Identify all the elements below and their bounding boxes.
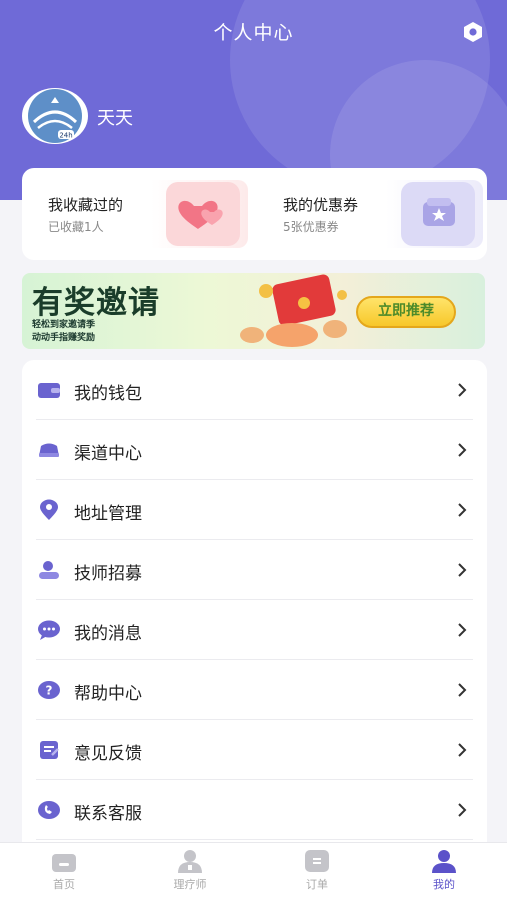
tab-label: 理疗师 [173, 878, 207, 891]
quick-cards: 我收藏过的 已收藏1人 我的优惠券 5张优惠券 [22, 168, 487, 260]
home-icon [52, 854, 76, 872]
banner-subtitle: 轻松到家邀请季 [32, 320, 96, 330]
location-icon [36, 499, 62, 521]
profile-icon [432, 850, 456, 873]
favorites-title: 我收藏过的 [48, 196, 124, 214]
menu-item-customer-service[interactable]: 联系客服 [36, 780, 473, 840]
wallet-icon [36, 379, 62, 401]
coupons-count: 5张优惠券 [283, 220, 339, 234]
banner-subtitle: 动动手指赚奖励 [32, 333, 96, 343]
chevron-right-icon [457, 382, 467, 398]
chevron-right-icon [457, 562, 467, 578]
recommend-button[interactable]: 立即推荐 [356, 296, 456, 328]
feedback-icon [36, 739, 62, 761]
menu-item-wallet[interactable]: 我的钱包 [36, 360, 473, 420]
menu-item-label: 地址管理 [74, 504, 142, 524]
favorites-count: 已收藏1人 [48, 220, 104, 234]
menu-item-help[interactable]: ? 帮助中心 [36, 660, 473, 720]
svg-text:?: ? [46, 684, 53, 698]
coupons-card[interactable]: 我的优惠券 5张优惠券 [267, 180, 483, 248]
favorites-card[interactable]: 我收藏过的 已收藏1人 [32, 180, 248, 248]
service-icon [36, 799, 62, 821]
therapist-icon [178, 850, 202, 873]
message-icon [36, 619, 62, 641]
bottom-tab-bar: 首页 理疗师 订单 我的 [0, 842, 507, 900]
menu-item-label: 联系客服 [74, 804, 142, 824]
menu-item-feedback[interactable]: 意见反馈 [36, 720, 473, 780]
menu-item-recruit[interactable]: 技师招募 [36, 540, 473, 600]
chevron-right-icon [457, 442, 467, 458]
avatar-badge: 24h [59, 132, 72, 140]
menu-item-label: 技师招募 [74, 564, 142, 584]
avatar[interactable]: 24h [22, 88, 88, 144]
menu-item-label: 渠道中心 [74, 444, 142, 464]
menu-item-label: 帮助中心 [74, 684, 142, 704]
menu-item-address[interactable]: 地址管理 [36, 480, 473, 540]
order-icon [305, 850, 329, 872]
channel-icon [36, 439, 62, 461]
chevron-right-icon [457, 502, 467, 518]
tab-profile[interactable]: 我的 [414, 849, 474, 897]
tab-label: 首页 [53, 878, 75, 891]
help-icon: ? [36, 679, 62, 701]
menu-item-label: 我的钱包 [74, 384, 142, 404]
heart-icon [166, 182, 240, 246]
username: 天天 [97, 108, 133, 129]
coupon-icon [401, 182, 475, 246]
tab-label: 我的 [433, 878, 455, 891]
recruit-icon [36, 559, 62, 581]
menu-item-label: 意见反馈 [74, 744, 142, 764]
menu-item-label: 我的消息 [74, 624, 142, 644]
chevron-right-icon [457, 742, 467, 758]
red-envelope-illustration [230, 273, 355, 349]
tab-home[interactable]: 首页 [34, 849, 94, 897]
tab-therapist[interactable]: 理疗师 [160, 849, 220, 897]
chevron-right-icon [457, 682, 467, 698]
chevron-right-icon [457, 622, 467, 638]
settings-icon[interactable] [461, 20, 485, 44]
menu-item-messages[interactable]: 我的消息 [36, 600, 473, 660]
menu-item-channel[interactable]: 渠道中心 [36, 420, 473, 480]
menu-list: 我的钱包 渠道中心 地址管理 技师招募 我的消息 ? 帮助中心 意见反馈 联系客… [22, 360, 487, 860]
page-title: 个人中心 [213, 22, 294, 44]
coupons-title: 我的优惠券 [283, 196, 359, 214]
invite-banner[interactable]: 有奖邀请 轻松到家邀请季 动动手指赚奖励 立即推荐 [22, 273, 485, 349]
tab-orders[interactable]: 订单 [287, 849, 347, 897]
banner-title: 有奖邀请 [32, 285, 160, 321]
tab-label: 订单 [306, 878, 328, 891]
chevron-right-icon [457, 802, 467, 818]
